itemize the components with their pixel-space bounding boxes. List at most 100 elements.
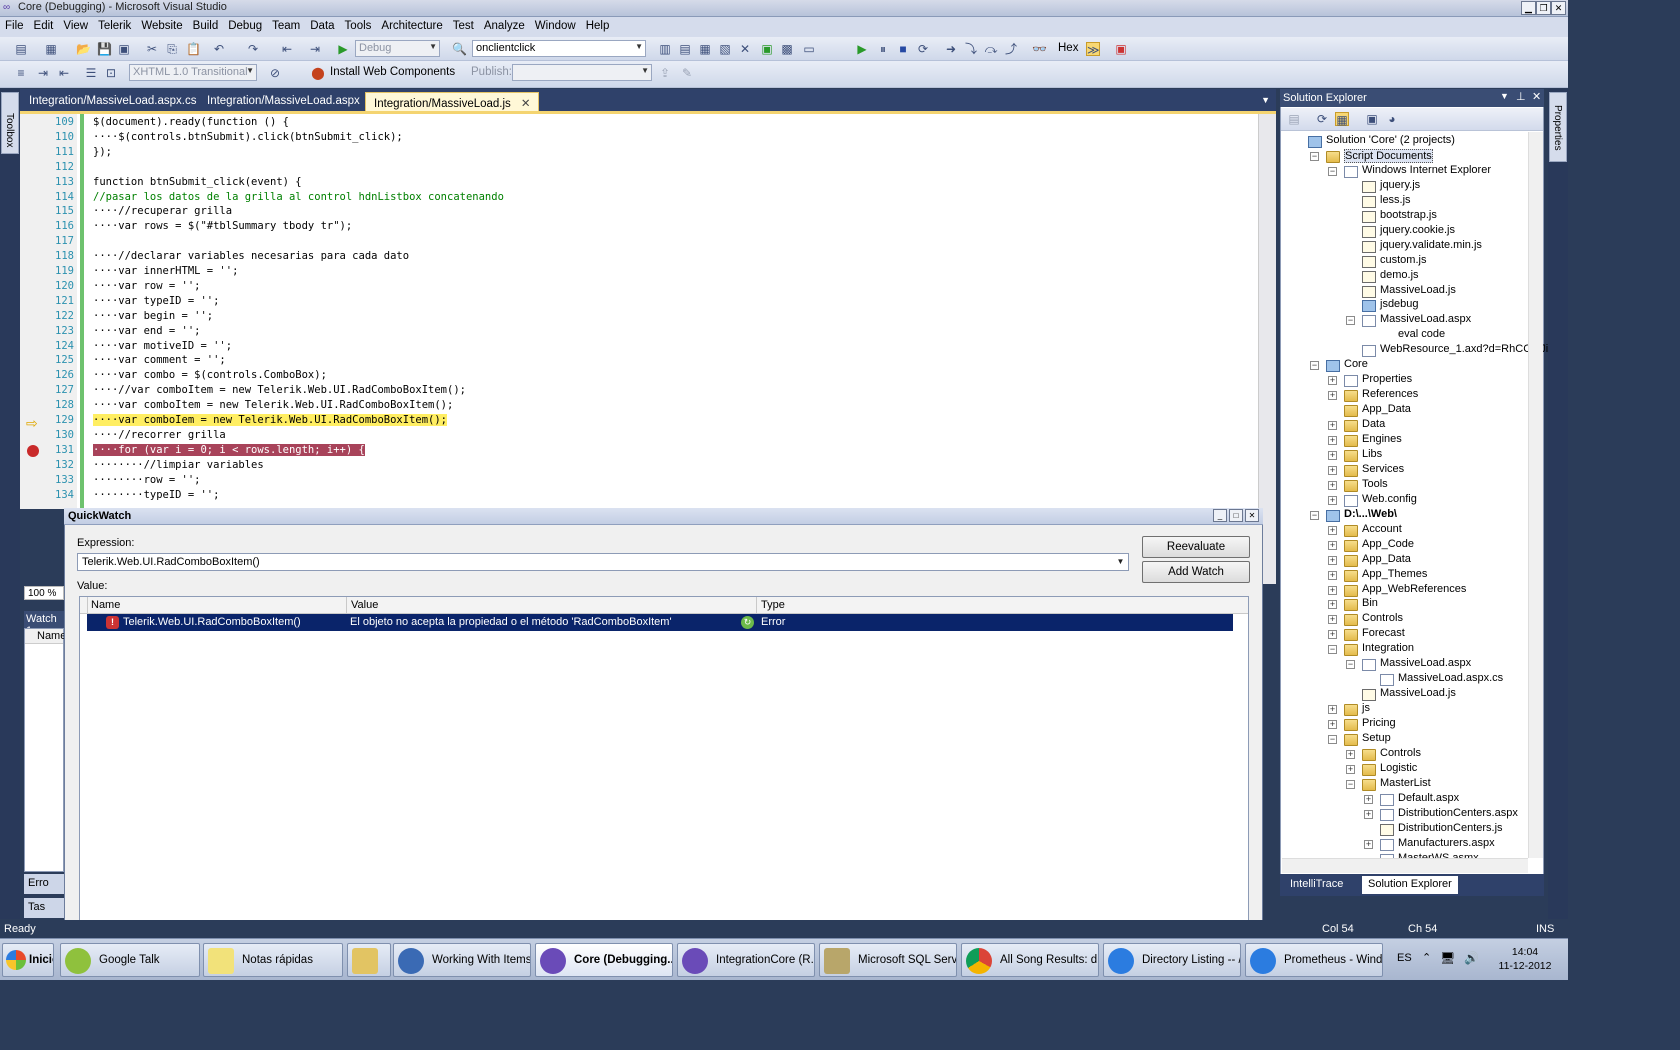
zoom-level[interactable]: 100 % <box>24 586 64 600</box>
window-position-icon[interactable]: ▼ <box>1500 91 1509 101</box>
tab-list-dropdown-icon[interactable]: ▼ <box>1261 95 1270 105</box>
solution-explorer-vertical-scrollbar[interactable] <box>1528 132 1543 858</box>
tree-item[interactable]: jquery.validate.min.js <box>1380 239 1482 251</box>
toolbox-icon[interactable]: ▧ <box>718 42 732 56</box>
hex-toggle[interactable]: Hex <box>1058 42 1078 54</box>
taskbar-item-chrome[interactable]: All Song Results: d... <box>961 943 1099 977</box>
code-line[interactable]: ····var row = ''; <box>93 280 200 292</box>
expand-toggle-icon[interactable]: + <box>1364 795 1373 804</box>
expand-toggle-icon[interactable]: + <box>1328 586 1337 595</box>
tree-item[interactable]: App_Themes <box>1362 568 1427 580</box>
expand-toggle-icon[interactable]: + <box>1328 630 1337 639</box>
taskbar-item-core-debugging[interactable]: Core (Debugging... <box>535 943 673 977</box>
tab-massiveload-aspx[interactable]: Integration/MassiveLoad.aspx <box>199 92 368 111</box>
object-browser-icon[interactable]: ▦ <box>698 42 712 56</box>
tree-item[interactable]: DistributionCenters.aspx <box>1398 807 1518 819</box>
tree-item[interactable]: References <box>1362 388 1418 400</box>
code-line[interactable]: ····var comment = ''; <box>93 354 226 366</box>
tree-item[interactable]: demo.js <box>1380 269 1419 281</box>
navigate-backward-icon[interactable]: ⇤ <box>280 42 294 56</box>
expand-toggle-icon[interactable]: − <box>1328 645 1337 654</box>
uncomment-icon[interactable]: ⊡ <box>104 66 118 80</box>
expand-toggle-icon[interactable]: + <box>1328 391 1337 400</box>
menu-architecture[interactable]: Architecture <box>376 17 447 32</box>
code-line[interactable]: ····//var comboItem = new Telerik.Web.UI… <box>93 384 466 396</box>
refresh-icon[interactable]: ↻ <box>741 616 754 629</box>
tree-item[interactable]: jsdebug <box>1380 298 1419 310</box>
show-all-files-icon[interactable]: ▦ <box>1335 112 1349 127</box>
tree-item[interactable]: App_Data <box>1362 553 1411 565</box>
expand-toggle-icon[interactable]: − <box>1310 152 1319 161</box>
code-line[interactable]: //pasar los datos de la grilla al contro… <box>93 191 504 203</box>
tree-item[interactable]: Logistic <box>1380 762 1417 774</box>
tree-item[interactable]: Data <box>1362 418 1385 430</box>
continue-icon[interactable]: ▶ <box>855 42 869 56</box>
format-document-icon[interactable]: ≡ <box>14 66 28 80</box>
taskbar-item-google-talk[interactable]: Google Talk <box>60 943 200 977</box>
step-over-icon[interactable]: ⤼ <box>984 42 998 56</box>
code-line[interactable]: $(document).ready(function () { <box>93 116 289 128</box>
publish-select[interactable]: ▼ <box>512 64 652 81</box>
code-line[interactable]: ····var comboIem = new Telerik.Web.UI.Ra… <box>93 414 448 426</box>
navigate-forward-icon[interactable]: ⇥ <box>308 42 322 56</box>
taskbar-item-directory-listing[interactable]: Directory Listing -- /... <box>1103 943 1241 977</box>
watch-window[interactable]: Name <box>24 628 66 872</box>
start-button[interactable]: Inicio <box>2 943 54 977</box>
tree-item[interactable]: Web.config <box>1362 493 1417 505</box>
reevaluate-button[interactable]: Reevaluate <box>1142 536 1250 558</box>
code-line[interactable]: ····var comboItem = new Telerik.Web.UI.R… <box>93 399 453 411</box>
volume-icon[interactable]: 🔊 <box>1464 951 1479 965</box>
code-line[interactable]: ····//recuperar grilla <box>93 205 232 217</box>
expand-toggle-icon[interactable]: − <box>1346 780 1355 789</box>
table-row[interactable]: Telerik.Web.UI.RadComboBoxItem() El obje… <box>87 614 1233 631</box>
tree-item[interactable]: Integration <box>1362 642 1414 654</box>
tree-item[interactable]: Account <box>1362 523 1402 535</box>
expand-toggle-icon[interactable]: + <box>1328 556 1337 565</box>
tree-item[interactable]: Forecast <box>1362 627 1405 639</box>
menu-analyze[interactable]: Analyze <box>479 17 530 32</box>
tree-item[interactable]: Bin <box>1362 597 1378 609</box>
window-layout-icon[interactable]: ▭ <box>802 42 816 56</box>
code-line[interactable]: ····var motiveID = ''; <box>93 340 232 352</box>
code-line[interactable]: ········typeID = ''; <box>93 489 219 501</box>
save-icon[interactable]: 💾 <box>97 42 112 56</box>
indent-icon[interactable]: ⇥ <box>36 66 50 80</box>
expand-toggle-icon[interactable]: + <box>1346 750 1355 759</box>
menu-debug[interactable]: Debug <box>223 17 267 32</box>
tree-item[interactable]: MassiveLoad.aspx <box>1380 657 1471 669</box>
tree-item[interactable]: Libs <box>1362 448 1382 460</box>
tree-item[interactable]: less.js <box>1380 194 1411 206</box>
code-line[interactable]: ····var begin = ''; <box>93 310 213 322</box>
expand-toggle-icon[interactable]: − <box>1328 735 1337 744</box>
solution-explorer-horizontal-scrollbar[interactable] <box>1282 858 1528 873</box>
tree-item[interactable]: Properties <box>1362 373 1412 385</box>
add-watch-button[interactable]: Add Watch <box>1142 561 1250 583</box>
menu-edit[interactable]: Edit <box>29 17 59 32</box>
value-grid[interactable] <box>79 596 1249 936</box>
expand-toggle-icon[interactable]: + <box>1328 436 1337 445</box>
view-code-icon[interactable]: ▣ <box>1365 112 1379 126</box>
start-debugging-icon[interactable]: ▶ <box>336 42 350 56</box>
show-hidden-icons-icon[interactable]: ⌃ <box>1422 951 1431 964</box>
tree-item[interactable]: Manufacturers.aspx <box>1398 837 1495 849</box>
expand-toggle-icon[interactable]: + <box>1364 840 1373 849</box>
schema-select[interactable]: XHTML 1.0 Transitional ▼ <box>129 64 257 81</box>
expand-toggle-icon[interactable]: + <box>1328 526 1337 535</box>
code-line[interactable]: ····//declarar variables necesarias para… <box>93 250 409 262</box>
code-line[interactable]: ····for (var i = 0; i < rows.length; i++… <box>93 444 365 456</box>
breakpoint-icon[interactable] <box>27 445 39 457</box>
expand-toggle-icon[interactable]: + <box>1328 615 1337 624</box>
tree-item[interactable]: MassiveLoad.js <box>1380 284 1456 296</box>
expand-toggle-icon[interactable]: + <box>1328 466 1337 475</box>
tree-item[interactable]: MassiveLoad.aspx.cs <box>1398 672 1503 684</box>
toolbox-tab[interactable]: Toolbox <box>1 92 19 154</box>
tree-item[interactable]: DistributionCenters.js <box>1398 822 1503 834</box>
tools-icon[interactable]: ✕ <box>738 42 752 56</box>
maximize-icon[interactable]: □ <box>1229 509 1243 522</box>
code-line[interactable]: ········row = ''; <box>93 474 200 486</box>
tab-intellitrace[interactable]: IntelliTrace <box>1284 876 1349 894</box>
expression-input[interactable]: Telerik.Web.UI.RadComboBoxItem() <box>77 553 1129 571</box>
export-icon[interactable]: ▣ <box>760 42 774 56</box>
network-icon[interactable]: 🖥 <box>1440 951 1455 965</box>
properties-tab[interactable]: Properties <box>1549 92 1567 162</box>
